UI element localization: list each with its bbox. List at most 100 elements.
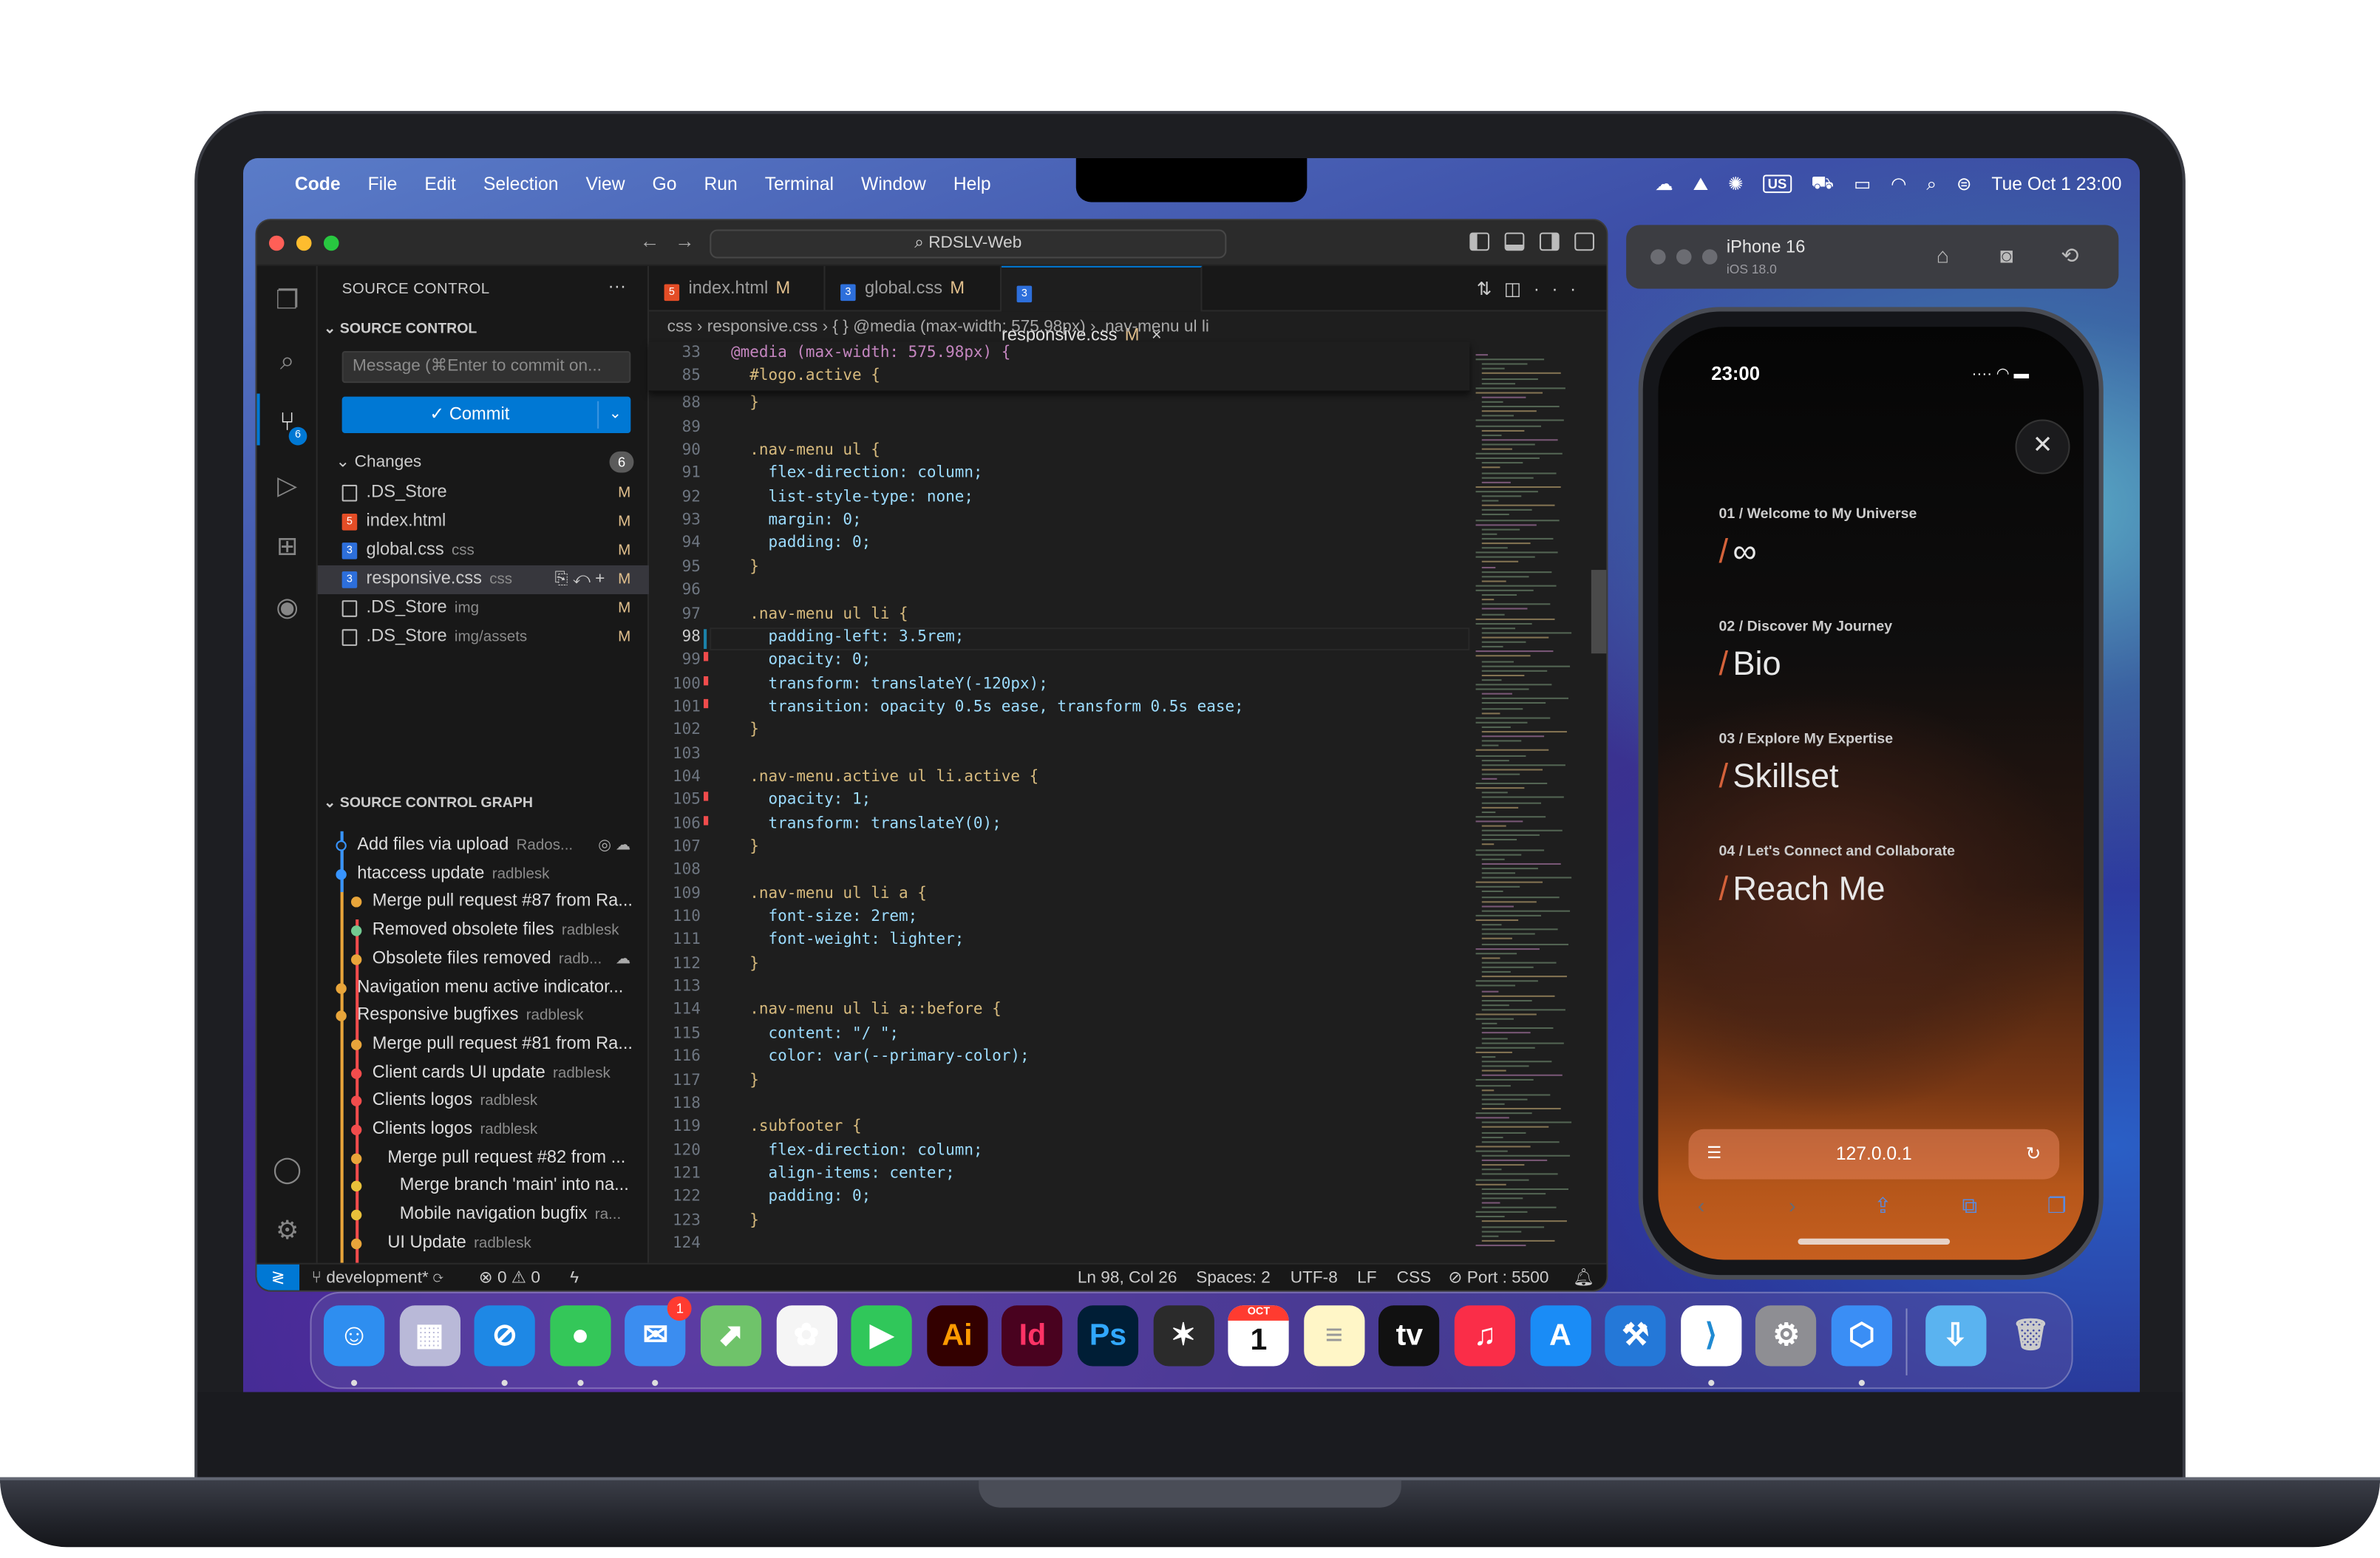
address-bar[interactable]: ☰ 127.0.0.1 ↻ bbox=[1688, 1129, 2060, 1180]
graph-commit-row[interactable]: Mobile navigation bugfix ra... bbox=[318, 1201, 649, 1230]
remote-indicator-icon[interactable]: ≷ bbox=[256, 1264, 300, 1290]
graph-commit-row[interactable]: Add files via upload Rados... ◎ ☁ bbox=[318, 831, 649, 860]
dock-simulator-icon[interactable]: ⬡ bbox=[1831, 1305, 1892, 1367]
graph-commit-row[interactable]: UI Update radblesk bbox=[318, 1229, 649, 1258]
tabs-icon[interactable]: ❐ bbox=[2047, 1193, 2067, 1219]
nav-menu-item[interactable]: 04 / Let's Connect and Collaborate / Reach… bbox=[1719, 843, 1955, 908]
more-actions-icon[interactable]: ··· bbox=[608, 275, 626, 296]
section-header[interactable]: ⌄ SOURCE CONTROL bbox=[324, 321, 477, 338]
dock-visual-studio-code-icon[interactable]: ⟩ bbox=[1680, 1305, 1741, 1367]
dock-messages-icon[interactable]: ● bbox=[549, 1305, 611, 1367]
input-source-indicator[interactable]: US bbox=[1763, 174, 1792, 194]
dock-system-settings-icon[interactable]: ⚙ bbox=[1755, 1305, 1817, 1367]
branch-indicator[interactable]: ⑂ development* ⟳ bbox=[312, 1265, 443, 1290]
code-editor[interactable]: 33 @media (max-width: 575.98px) {85 #logo… bbox=[648, 341, 1470, 1263]
commit-message-input[interactable]: Message (⌘Enter to commit on... bbox=[341, 350, 631, 384]
extensions-icon[interactable]: ⊞ bbox=[271, 531, 304, 564]
github-icon[interactable]: ◉ bbox=[271, 591, 304, 625]
changed-file-row[interactable]: 3 global.css css M bbox=[318, 537, 649, 565]
menu-go[interactable]: Go bbox=[653, 173, 677, 194]
battery-icon[interactable]: ▭ bbox=[1854, 173, 1871, 194]
explorer-icon[interactable]: ❐ bbox=[271, 285, 304, 318]
wifi-icon[interactable]: ◠ bbox=[1891, 173, 1907, 194]
run-debug-icon[interactable]: ▷ bbox=[271, 469, 304, 503]
chatgpt-icon[interactable]: ✺ bbox=[1728, 173, 1744, 194]
graph-commit-row[interactable]: Clients logos radblesk bbox=[318, 1115, 649, 1144]
dock-xcode-icon[interactable]: ⚒ bbox=[1605, 1305, 1666, 1367]
dock-photoshop-icon[interactable]: Ps bbox=[1077, 1305, 1139, 1367]
graph-commit-row[interactable]: Clients logos radblesk bbox=[318, 1087, 649, 1116]
changed-file-row[interactable]: 5 index.html M bbox=[318, 508, 649, 537]
commit-dropdown-icon[interactable]: ⌄ bbox=[609, 397, 622, 433]
dock-tv-icon[interactable]: tv bbox=[1378, 1305, 1441, 1367]
problems-indicator[interactable]: ⊗ 0 ⚠ 0 bbox=[479, 1265, 540, 1290]
tab-global-css[interactable]: 3 global.css M bbox=[826, 265, 1002, 312]
close-window-button[interactable] bbox=[1650, 249, 1666, 265]
share-icon[interactable]: ⇪ bbox=[1874, 1193, 1891, 1219]
reload-icon[interactable]: ↻ bbox=[2026, 1129, 2041, 1180]
dock-app-store-icon[interactable]: A bbox=[1529, 1305, 1591, 1367]
changed-file-row[interactable]: .DS_Store M bbox=[318, 479, 649, 508]
indentation[interactable]: Spaces: 2 bbox=[1196, 1265, 1271, 1290]
dock-notes-icon[interactable]: ≡ bbox=[1303, 1305, 1365, 1367]
graph-commit-row[interactable]: Merge pull request #81 from Ra... bbox=[318, 1030, 649, 1059]
spotlight-search-icon[interactable]: ⌕ bbox=[1926, 172, 1937, 195]
open-file-icon[interactable]: ⎘ bbox=[554, 570, 572, 588]
accounts-icon[interactable]: ◯ bbox=[271, 1154, 304, 1187]
menu-terminal[interactable]: Terminal bbox=[765, 173, 834, 194]
graph-commit-row[interactable]: htaccess update radblesk bbox=[318, 860, 649, 888]
graph-commit-row[interactable]: Responsive bugfixes radblesk bbox=[318, 1001, 649, 1030]
command-center[interactable]: ⌕ RDSLV-Web bbox=[710, 229, 1227, 259]
changed-file-row[interactable]: .DS_Store img/assets M bbox=[318, 623, 649, 652]
customize-layout-icon[interactable] bbox=[1574, 232, 1594, 251]
bookmarks-icon[interactable]: ⧉ bbox=[1962, 1193, 1978, 1219]
zoom-window-button[interactable] bbox=[1701, 249, 1718, 265]
dock-calendar-icon[interactable]: 1 OCT bbox=[1228, 1305, 1290, 1367]
split-editor-icon[interactable]: ◫ bbox=[1504, 278, 1534, 299]
page-menu-icon[interactable]: ☰ bbox=[1707, 1129, 1721, 1180]
status-person-icon[interactable]: ⛰ bbox=[1693, 172, 1709, 195]
graph-commit-row[interactable]: Navigation menu active indicator... bbox=[318, 973, 649, 1002]
rotate-icon[interactable]: ⟲ bbox=[2061, 243, 2088, 268]
settings-gear-icon[interactable]: ⚙ bbox=[271, 1214, 304, 1248]
dock-trash-icon[interactable]: 🗑 bbox=[2000, 1305, 2061, 1366]
graph-commit-row[interactable]: Obsolete files removed radb... ☁ bbox=[318, 945, 649, 974]
control-center-icon[interactable]: ⊜ bbox=[1956, 173, 1972, 194]
dock-safari-icon[interactable]: ⊘ bbox=[474, 1305, 536, 1367]
forward-arrow-icon[interactable]: → bbox=[675, 229, 710, 252]
graph-commit-row[interactable]: Merge pull request #82 from ... bbox=[318, 1144, 649, 1173]
commit-button[interactable]: ✓ Commit ⌄ bbox=[341, 396, 631, 434]
dock-facetime-icon[interactable]: ▶ bbox=[851, 1305, 913, 1367]
screenshot-icon[interactable]: ◙ bbox=[2000, 243, 2027, 268]
tab-index-html[interactable]: 5 index.html M bbox=[649, 265, 826, 312]
tab-responsive-css[interactable]: 3responsive.css M × bbox=[1002, 265, 1203, 345]
graph-commit-row[interactable]: Merge branch 'main' into na... bbox=[318, 1172, 649, 1201]
close-window-button[interactable] bbox=[268, 235, 285, 251]
search-icon[interactable]: ⌕ bbox=[271, 345, 304, 378]
menu-help[interactable]: Help bbox=[953, 173, 991, 194]
close-menu-button[interactable]: ✕ bbox=[2015, 419, 2070, 474]
changed-file-row[interactable]: .DS_Store img M bbox=[318, 594, 649, 623]
home-icon[interactable]: ⌂ bbox=[1937, 243, 1964, 268]
app-menu[interactable]: Code bbox=[295, 173, 341, 194]
graph-section-header[interactable]: ⌄ SOURCE CONTROL GRAPH bbox=[324, 795, 533, 812]
end-of-line[interactable]: LF bbox=[1357, 1265, 1376, 1290]
creative-cloud-icon[interactable]: ☁ bbox=[1655, 173, 1673, 194]
car-icon[interactable]: ⛟ bbox=[1811, 171, 1834, 196]
menu-selection[interactable]: Selection bbox=[483, 173, 559, 194]
menu-window[interactable]: Window bbox=[861, 173, 926, 194]
changes-header[interactable]: ⌄ Changes 6 bbox=[336, 449, 639, 476]
more-actions-icon[interactable]: ··· bbox=[1534, 278, 1588, 299]
changed-file-row[interactable]: 3 responsive.css css ⎘↶+ M bbox=[317, 565, 649, 594]
graph-commit-row[interactable]: Merge pull request #87 from Ra... bbox=[318, 888, 649, 917]
zoom-window-button[interactable] bbox=[323, 235, 339, 251]
dock-photos-icon[interactable]: ✿ bbox=[775, 1305, 837, 1367]
dock-launchpad-icon[interactable]: ▦ bbox=[398, 1305, 460, 1367]
menu-file[interactable]: File bbox=[368, 173, 398, 194]
back-icon[interactable]: ‹ bbox=[1698, 1193, 1705, 1217]
dock-music-icon[interactable]: ♫ bbox=[1454, 1305, 1516, 1367]
menu-run[interactable]: Run bbox=[704, 173, 737, 194]
dock-maps-icon[interactable]: ⬈ bbox=[700, 1305, 762, 1367]
graph-commit-row[interactable]: Client cards UI update radblesk bbox=[318, 1058, 649, 1087]
graph-commit-row[interactable]: Removed obsolete files radblesk bbox=[318, 916, 649, 945]
